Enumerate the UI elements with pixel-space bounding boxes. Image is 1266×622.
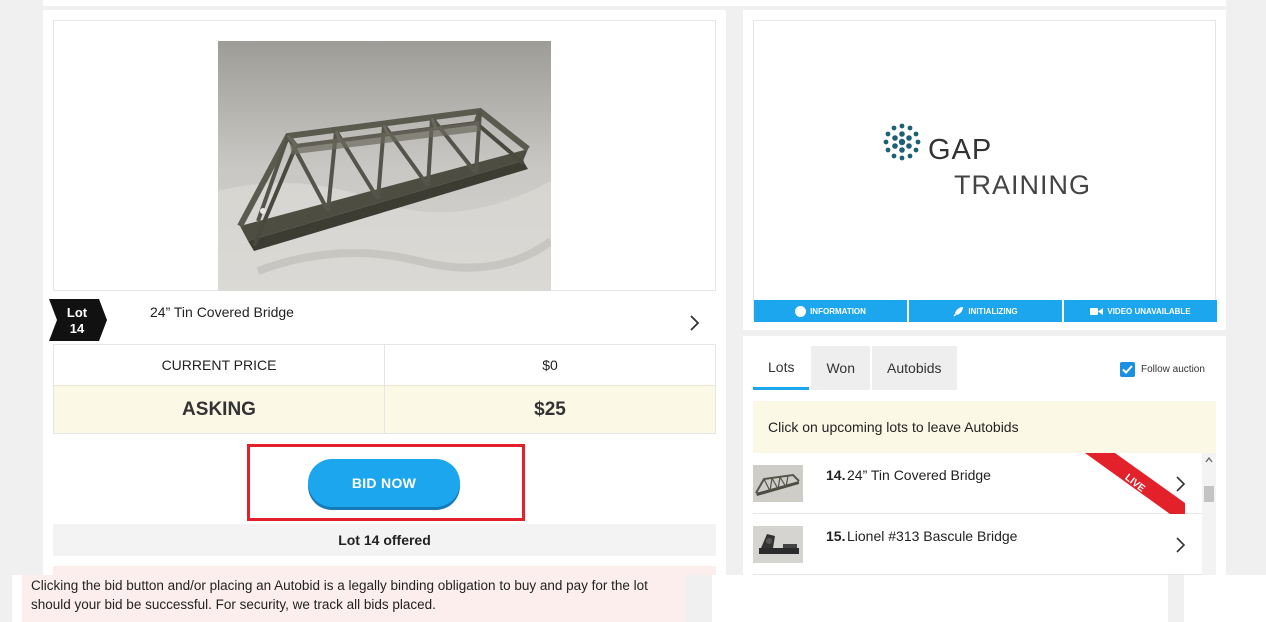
current-price-row: CURRENT PRICE $0 [54,345,715,385]
checkmark-icon [1122,365,1133,374]
list-item[interactable]: 14. 24” Tin Covered Bridge LIVE [753,453,1202,514]
status-initializing: INITIALIZING [909,300,1062,322]
lot-photo[interactable] [218,41,551,291]
overlay-gap [685,575,712,622]
brand-subtitle: TRAINING [954,170,1092,200]
asking-value: $25 [384,386,715,433]
status-video-unavailable-label: VIDEO UNAVAILABLE [1107,306,1191,316]
lots-tabs: Lots Won Autobids [753,346,959,390]
lot-number-badge: Lot 14 [49,299,107,341]
lot-thumbnail [753,465,803,502]
tab-lots[interactable]: Lots [753,346,810,390]
scrollbar-thumb[interactable] [1204,486,1214,502]
follow-auction-toggle[interactable]: Follow auction [1120,362,1205,377]
price-table: CURRENT PRICE $0 ASKING $25 [53,344,716,434]
tab-won[interactable]: Won [811,346,871,390]
lot-image-frame [53,20,716,291]
asking-price-row: ASKING $25 [54,385,715,433]
lot-list-name: 24” Tin Covered Bridge [847,467,991,483]
brand-name: GAP [928,134,993,166]
list-item[interactable]: 15. Lionel #313 Bascule Bridge [753,514,1202,575]
lot-thumbnail [753,526,803,563]
legal-disclaimer: Clicking the bid button and/or placing a… [22,575,685,622]
chevron-right-icon[interactable] [1174,475,1186,493]
lot-detail-panel: Lot 14 24” Tin Covered Bridge CURRENT PR… [43,10,726,622]
status-initializing-label: INITIALIZING [968,306,1018,316]
live-badge: LIVE [1085,453,1185,514]
lot-badge-label: Lot [66,305,88,320]
chevron-right-icon[interactable] [688,313,702,333]
status-information-label: INFORMATION [810,306,866,316]
lot-list-number: 14. [826,467,846,483]
status-video-unavailable: VIDEO UNAVAILABLE [1064,300,1217,322]
rocket-icon [953,306,964,317]
video-status-bar: INFORMATION INITIALIZING VIDEO UNAVAILAB… [754,300,1217,322]
lot-list-name: Lionel #313 Bascule Bridge [847,528,1018,544]
gap-training-logo-icon [883,123,921,161]
lot-list-number: 15. [826,528,846,544]
lot-list: 14. 24” Tin Covered Bridge LIVE 15. Lion… [753,453,1202,576]
lots-panel: Lots Won Autobids Follow auction Click o… [743,336,1226,576]
current-price-label: CURRENT PRICE [161,357,277,373]
autobid-hint: Click on upcoming lots to leave Autobids [753,401,1216,453]
overlay-gap [0,575,12,622]
tab-autobids[interactable]: Autobids [872,346,957,390]
current-price-value: $0 [384,345,715,385]
info-icon [795,305,807,317]
overlay-gap [1168,575,1184,622]
lot-badge-number: 14 [69,321,85,336]
lot-title: 24” Tin Covered Bridge [150,304,294,320]
lot-list-scrollbar[interactable] [1202,453,1216,576]
bid-now-button[interactable]: BID NOW [308,459,460,507]
follow-auction-checkbox[interactable] [1120,362,1135,377]
lot-status-bar: Lot 14 offered [53,524,716,556]
video-player[interactable]: GAP TRAINING INFORMATION INITIALIZING VI… [753,20,1217,322]
video-panel: GAP TRAINING INFORMATION INITIALIZING VI… [743,10,1226,330]
live-ribbon-shape: LIVE [1085,453,1185,514]
asking-label: ASKING [182,398,256,420]
chevron-right-icon[interactable] [1174,536,1186,554]
follow-auction-label: Follow auction [1141,364,1205,375]
video-camera-icon [1090,307,1104,315]
lot-badge-text: Lot 14 [55,305,99,337]
top-strip [43,0,1226,6]
status-information[interactable]: INFORMATION [754,300,907,322]
scroll-up-arrow-icon[interactable] [1205,457,1213,463]
